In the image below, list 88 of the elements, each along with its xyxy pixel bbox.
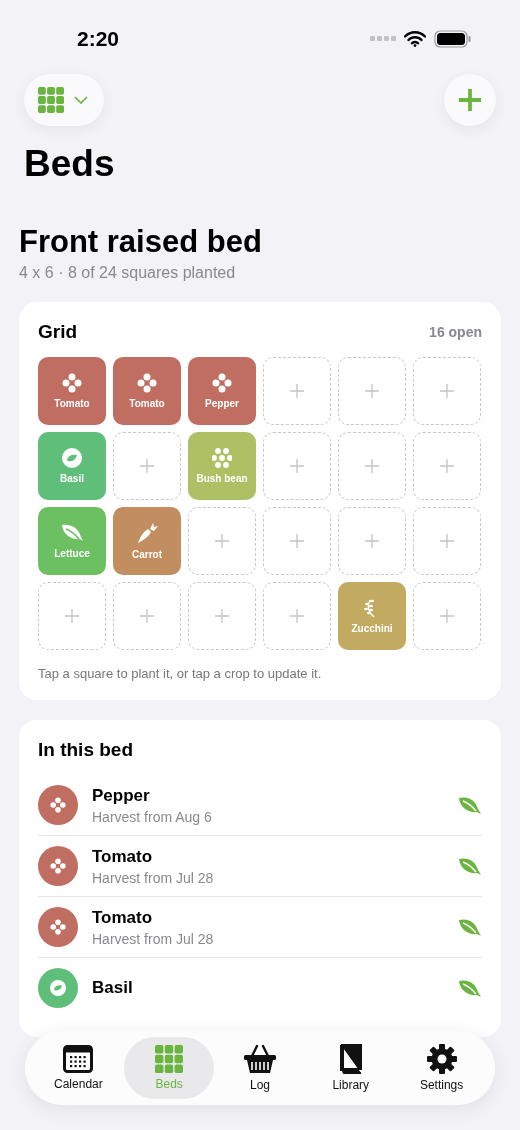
- crop-square[interactable]: Zucchini: [338, 582, 406, 650]
- flower-icon: [137, 373, 157, 393]
- flower-icon: [50, 858, 66, 874]
- plus-icon: [65, 609, 79, 623]
- empty-square[interactable]: [113, 582, 181, 650]
- empty-square[interactable]: [263, 357, 331, 425]
- empty-square[interactable]: [338, 357, 406, 425]
- plus-icon: [365, 384, 379, 398]
- harvest-date: Harvest from Jul 28: [92, 869, 215, 886]
- bed-summary: 4 x 6 · 8 of 24 squares planted: [19, 264, 237, 282]
- flower-icon: [62, 373, 82, 393]
- empty-square[interactable]: [188, 507, 256, 575]
- beans-icon: [212, 448, 232, 468]
- carrot-icon: [136, 522, 158, 544]
- plus-icon: [290, 534, 304, 548]
- leaf-icon: [458, 917, 482, 937]
- plus-icon: [440, 609, 454, 623]
- plus-icon: [215, 609, 229, 623]
- status-time: 2:20: [77, 27, 120, 51]
- plus-icon: [365, 534, 379, 548]
- leaf-icon: [50, 980, 66, 996]
- tab[interactable]: Settings: [396, 1037, 487, 1099]
- plus-icon: [440, 534, 454, 548]
- grid-hint: Tap a square to plant it, or tap a crop to update it.: [38, 666, 323, 681]
- book-icon: [337, 1044, 364, 1074]
- tab[interactable]: Library: [305, 1037, 396, 1099]
- crop-square[interactable]: Tomato: [113, 357, 181, 425]
- tab[interactable]: Beds: [124, 1037, 215, 1099]
- basket-icon: [243, 1044, 277, 1074]
- card-title: In this bed: [38, 739, 133, 761]
- empty-square[interactable]: [263, 507, 331, 575]
- grid-icon: [38, 87, 64, 113]
- open-count: 16 open: [429, 324, 482, 340]
- calendar-icon: [63, 1045, 94, 1073]
- bed-name: Front raised bed: [19, 224, 263, 260]
- leaf-icon: [60, 523, 84, 543]
- plus-icon: [290, 384, 304, 398]
- flower-icon: [50, 919, 66, 935]
- plus-icon: [459, 89, 481, 111]
- plus-icon: [440, 459, 454, 473]
- leaf-icon: [458, 795, 482, 815]
- empty-square[interactable]: [413, 432, 481, 500]
- crop-square[interactable]: Lettuce: [38, 507, 106, 575]
- battery-icon: [434, 30, 472, 48]
- tab[interactable]: Log: [215, 1037, 305, 1099]
- empty-square[interactable]: [338, 432, 406, 500]
- plus-icon: [215, 534, 229, 548]
- crop-name: Basil: [92, 978, 134, 998]
- empty-square[interactable]: [38, 582, 106, 650]
- chevron-down-icon: [74, 95, 88, 105]
- empty-square[interactable]: [413, 582, 481, 650]
- empty-square[interactable]: [188, 582, 256, 650]
- add-button[interactable]: [444, 74, 496, 126]
- plus-icon: [440, 384, 454, 398]
- flower-icon: [212, 373, 232, 393]
- crop-square[interactable]: Pepper: [188, 357, 256, 425]
- signal-icon: [370, 36, 396, 42]
- plus-icon: [290, 459, 304, 473]
- crop-name: Pepper: [92, 785, 151, 806]
- leaf-icon: [62, 448, 82, 468]
- crop-square[interactable]: Bush bean: [188, 432, 256, 500]
- empty-square[interactable]: [113, 432, 181, 500]
- empty-square[interactable]: [263, 432, 331, 500]
- crop-square[interactable]: Basil: [38, 432, 106, 500]
- plus-icon: [140, 609, 154, 623]
- leaf-icon: [458, 856, 482, 876]
- harvest-date: Harvest from Aug 6: [92, 808, 213, 825]
- plus-icon: [140, 459, 154, 473]
- card-title: Grid: [38, 321, 78, 343]
- plus-icon: [290, 609, 304, 623]
- harvest-date: Harvest from Jul 28: [92, 930, 215, 947]
- settings-icon: [426, 1044, 457, 1074]
- leaf-icon: [458, 978, 482, 998]
- crop-name: Tomato: [92, 846, 154, 867]
- empty-square[interactable]: [263, 582, 331, 650]
- grid-icon: [155, 1045, 184, 1073]
- empty-square[interactable]: [413, 507, 481, 575]
- page-title: Beds: [24, 142, 116, 186]
- empty-square[interactable]: [413, 357, 481, 425]
- empty-square[interactable]: [338, 507, 406, 575]
- layout-menu-button[interactable]: [24, 74, 104, 126]
- wifi-icon: [404, 31, 426, 47]
- plus-icon: [365, 459, 379, 473]
- tab[interactable]: Calendar: [33, 1037, 124, 1099]
- crop-square[interactable]: Tomato: [38, 357, 106, 425]
- crop-square[interactable]: Carrot: [113, 507, 181, 575]
- crop-name: Tomato: [92, 907, 154, 928]
- flower-icon: [50, 797, 66, 813]
